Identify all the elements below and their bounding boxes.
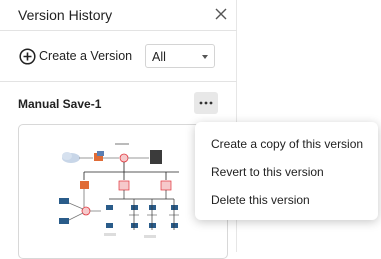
panel-header: Version History [0, 0, 237, 30]
close-icon [215, 8, 227, 20]
more-horizontal-icon [199, 101, 213, 105]
firewall-icon [94, 151, 104, 161]
filter-value: All [152, 50, 166, 64]
header-divider [0, 30, 237, 31]
panel-title: Version History [18, 7, 113, 23]
version-context-menu: Create a copy of this version Revert to … [195, 122, 378, 220]
version-name: Manual Save-1 [18, 97, 102, 111]
create-version-label: Create a Version [39, 49, 133, 63]
close-button[interactable] [211, 4, 231, 24]
menu-item-revert[interactable]: Revert to this version [211, 165, 324, 179]
create-version-button[interactable]: Create a Version [19, 45, 132, 67]
menu-item-create-copy[interactable]: Create a copy of this version [211, 137, 363, 151]
router-icon [119, 153, 129, 163]
menu-item-delete[interactable]: Delete this version [211, 193, 310, 207]
version-filter-select[interactable]: All [145, 44, 215, 68]
chevron-down-icon [202, 55, 208, 59]
plus-circle-icon [19, 47, 36, 65]
version-more-button[interactable] [194, 92, 218, 114]
server-icon [150, 150, 162, 164]
toolbar-divider [0, 81, 237, 82]
cloud-icon [62, 152, 80, 163]
